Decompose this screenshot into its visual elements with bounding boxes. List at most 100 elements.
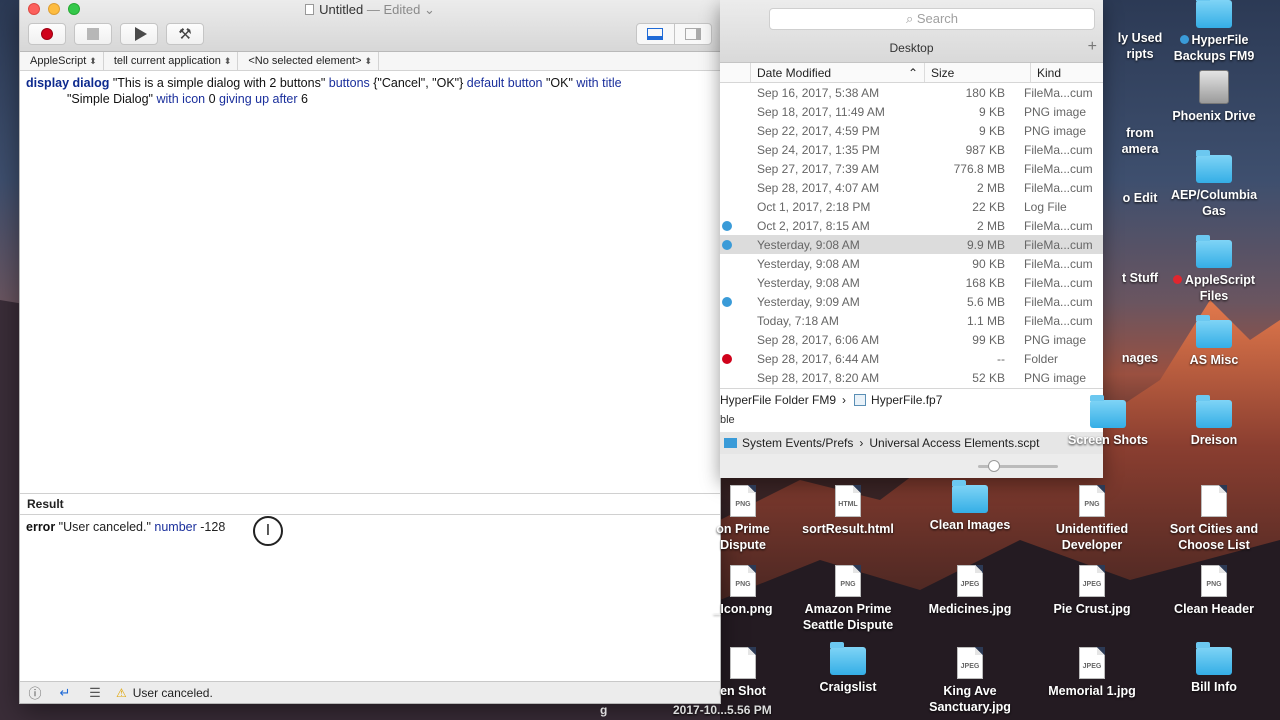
document-icon: JPEG bbox=[957, 565, 983, 597]
cell-size: 180 KB bbox=[965, 85, 1005, 100]
label-text: en Shot bbox=[720, 684, 766, 698]
desktop-icon-label: _Icon.png bbox=[688, 601, 798, 617]
desktop-icon[interactable]: Clean Images bbox=[915, 480, 1025, 533]
color-tag-icon bbox=[722, 239, 732, 250]
table-row[interactable]: Sep 22, 2017, 4:59 PM 9 KB PNG image bbox=[720, 121, 1103, 140]
finder-window: ⌕ Search Desktop + Date Modified ⌃ Size K… bbox=[720, 0, 1103, 478]
folder-icon bbox=[1196, 315, 1232, 348]
desktop-icon[interactable]: Sort Cities and Choose List bbox=[1159, 485, 1269, 553]
desktop-icon[interactable]: JPEG Medicines.jpg bbox=[915, 565, 1025, 617]
info-icon[interactable]: ⓘ bbox=[20, 683, 50, 702]
table-row[interactable]: Sep 28, 2017, 6:06 AM 99 KB PNG image bbox=[720, 330, 1103, 349]
path-folder[interactable]: HyperFile Folder FM9 bbox=[720, 393, 836, 407]
table-row[interactable]: Oct 2, 2017, 8:15 AM 2 MB FileMa...cum bbox=[720, 216, 1103, 235]
record-button[interactable] bbox=[28, 23, 66, 45]
icon-size-slider[interactable] bbox=[720, 454, 1103, 478]
desktop-icon[interactable]: JPEG King Ave Sanctuary.jpg bbox=[915, 647, 1025, 715]
color-tag-icon bbox=[1179, 35, 1189, 44]
desktop-icon[interactable]: HTML sortResult.html bbox=[793, 485, 903, 537]
table-row[interactable]: Sep 28, 2017, 8:20 AM 52 KB PNG image bbox=[720, 368, 1103, 387]
desktop-icon-label: Medicines.jpg bbox=[915, 601, 1025, 617]
sidebar-icon bbox=[684, 28, 701, 40]
column-kind[interactable]: Kind bbox=[1030, 63, 1103, 82]
cell-kind: FileMa...cum bbox=[1024, 237, 1093, 252]
run-button[interactable] bbox=[120, 23, 158, 45]
label-text: on Prime Dispute bbox=[716, 522, 770, 552]
table-row[interactable]: Sep 24, 2017, 1:35 PM 987 KB FileMa...cum bbox=[720, 140, 1103, 159]
desktop-icon[interactable]: Dreison bbox=[1159, 395, 1269, 448]
element-label: <No selected element> bbox=[248, 55, 362, 67]
table-row[interactable]: Yesterday, 9:08 AM 168 KB FileMa...cum bbox=[720, 273, 1103, 292]
desktop-icon[interactable]: JPEG Pie Crust.jpg bbox=[1037, 565, 1147, 617]
table-row[interactable]: Sep 18, 2017, 11:49 AM 9 KB PNG image bbox=[720, 102, 1103, 121]
cell-date: Sep 28, 2017, 6:44 AM bbox=[757, 351, 880, 366]
desktop-icon[interactable]: Screen Shots bbox=[1053, 395, 1163, 448]
table-row[interactable]: Sep 28, 2017, 1:40 PMFolder bbox=[720, 387, 1103, 388]
window-title: Untitled — Edited ⌄ bbox=[20, 2, 720, 18]
show-result-view-button[interactable] bbox=[637, 24, 674, 44]
desktop-icon[interactable]: Bill Info bbox=[1159, 642, 1269, 695]
target-popup[interactable]: tell current application ⬍ bbox=[104, 52, 239, 70]
desktop-icon[interactable]: PNG Unidentified Developer bbox=[1037, 485, 1147, 553]
search-field[interactable]: ⌕ Search bbox=[769, 8, 1095, 30]
show-sidebar-button[interactable] bbox=[673, 24, 712, 44]
table-row[interactable]: Sep 28, 2017, 4:07 AM 2 MB FileMa...cum bbox=[720, 178, 1103, 197]
cell-size: 9.9 MB bbox=[966, 237, 1005, 252]
table-row[interactable]: Oct 1, 2017, 2:18 PM 22 KB Log File bbox=[720, 197, 1103, 216]
table-row[interactable]: Sep 27, 2017, 7:39 AM 776.8 MB FileMa...cu… bbox=[720, 159, 1103, 178]
desktop-icon[interactable]: PNG _Icon.png bbox=[688, 565, 798, 617]
number-keyword: number bbox=[154, 520, 197, 534]
stop-button[interactable] bbox=[74, 23, 112, 45]
column-size[interactable]: Size bbox=[924, 63, 1030, 82]
desktop-icon[interactable]: Craigslist bbox=[793, 642, 903, 695]
cell-date: Yesterday, 9:08 AM bbox=[757, 237, 860, 252]
desktop-icon-label: AEP/Columbia Gas bbox=[1159, 187, 1269, 219]
cell-size: 90 KB bbox=[972, 256, 1005, 271]
code-literal: "OK" bbox=[542, 76, 577, 90]
cell-size: 99 KB bbox=[972, 332, 1005, 347]
label-text: nages bbox=[1121, 351, 1159, 365]
table-row[interactable]: Yesterday, 9:08 AM 9.9 MB FileMa...cum bbox=[720, 235, 1103, 254]
desktop-icon[interactable]: JPEG Memorial 1.jpg bbox=[1037, 647, 1147, 699]
desktop-icon[interactable]: PNG Clean Header bbox=[1159, 565, 1269, 617]
desktop-icon-label: Amazon Prime Seattle Dispute bbox=[793, 601, 903, 633]
path-file[interactable]: Universal Access Elements.scpt bbox=[869, 436, 1039, 450]
result-pane-header: Result bbox=[20, 493, 720, 515]
cell-kind: FileMa...cum bbox=[1024, 180, 1093, 195]
table-row[interactable]: Yesterday, 9:09 AM 5.6 MB FileMa...cum bbox=[720, 292, 1103, 311]
slider-knob[interactable] bbox=[988, 460, 1000, 472]
desktop-icon[interactable]: AppleScript Files bbox=[1159, 235, 1269, 304]
result-text[interactable]: error "User canceled." number -128 bbox=[26, 520, 225, 534]
label-text: Craigslist bbox=[819, 680, 877, 694]
path-file[interactable]: HyperFile.fp7 bbox=[871, 393, 942, 407]
language-popup[interactable]: AppleScript ⬍ bbox=[20, 52, 104, 70]
desktop-icon[interactable]: PNG on Prime Dispute bbox=[688, 485, 798, 553]
log-list-icon[interactable]: ☰ bbox=[80, 685, 110, 701]
cell-date: Sep 22, 2017, 4:59 PM bbox=[757, 123, 880, 138]
desktop-icon[interactable]: AEP/Columbia Gas bbox=[1159, 150, 1269, 219]
compile-button[interactable]: ⚒ bbox=[166, 23, 204, 45]
element-popup[interactable]: <No selected element> ⬍ bbox=[238, 52, 380, 70]
desktop-icon[interactable]: PNG Amazon Prime Seattle Dispute bbox=[793, 565, 903, 633]
table-row[interactable]: Sep 28, 2017, 6:44 AM -- Folder bbox=[720, 349, 1103, 368]
path-folder[interactable]: System Events/Prefs bbox=[742, 436, 853, 450]
desktop-icon-label: Memorial 1.jpg bbox=[1037, 683, 1147, 699]
desktop-icon[interactable]: from amera bbox=[1085, 95, 1195, 157]
desktop-icon[interactable]: AS Misc bbox=[1159, 315, 1269, 368]
code-literal: {"Cancel", "OK"} bbox=[369, 76, 467, 90]
edited-indicator[interactable]: — Edited bbox=[367, 2, 420, 17]
script-editor-text[interactable]: display dialog "This is a simple dialog … bbox=[20, 71, 720, 491]
desktop-icon[interactable]: en Shot bbox=[688, 647, 798, 699]
cell-size: -- bbox=[997, 351, 1005, 366]
table-row[interactable]: Yesterday, 9:08 AM 90 KB FileMa...cum bbox=[720, 254, 1103, 273]
return-icon[interactable]: ↵ bbox=[50, 685, 80, 701]
code-keyword: giving up after bbox=[219, 92, 298, 106]
folder-icon bbox=[1196, 235, 1232, 268]
table-row[interactable]: Sep 16, 2017, 5:38 AM 180 KB FileMa...cum bbox=[720, 83, 1103, 102]
cell-size: 1.1 MB bbox=[966, 313, 1005, 328]
view-toggle[interactable] bbox=[636, 23, 712, 45]
table-row[interactable]: Today, 7:18 AM 1.1 MB FileMa...cum bbox=[720, 311, 1103, 330]
cell-kind: FileMa...cum bbox=[1024, 161, 1093, 176]
column-date-modified[interactable]: Date Modified ⌃ bbox=[750, 63, 924, 82]
desktop-icon[interactable]: HyperFile Backups FM9 bbox=[1159, 0, 1269, 64]
